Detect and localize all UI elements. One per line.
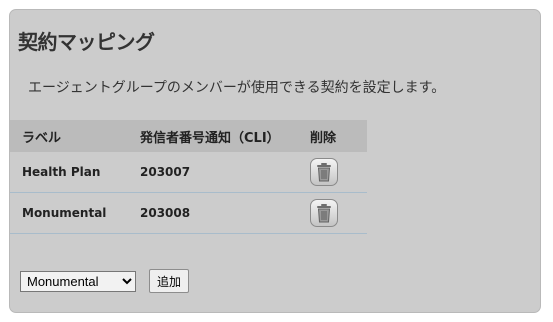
trash-icon [317, 163, 331, 182]
delete-button[interactable] [310, 199, 338, 227]
row-label: Monumental [10, 192, 140, 234]
delete-button[interactable] [310, 158, 338, 186]
header-delete: 削除 [310, 120, 367, 152]
table-row: Monumental 203008 [10, 192, 367, 234]
header-cli: 発信者番号通知（CLI） [140, 120, 310, 152]
add-button[interactable]: 追加 [149, 269, 190, 293]
table-row: Health Plan 203007 [10, 152, 367, 193]
header-label: ラベル [10, 120, 140, 152]
row-label: Health Plan [10, 152, 140, 193]
table-header-row: ラベル 発信者番号通知（CLI） 削除 [10, 120, 367, 152]
contract-select[interactable]: Monumental [20, 270, 136, 292]
contract-table: ラベル 発信者番号通知（CLI） 削除 Health Plan 203007 M… [10, 120, 367, 234]
trash-icon [317, 204, 331, 223]
row-cli: 203007 [140, 152, 310, 193]
add-contract-controls: Monumental 追加 [20, 269, 190, 293]
contract-mapping-panel: 契約マッピング エージェントグループのメンバーが使用できる契約を設定します。 ラ… [9, 9, 541, 313]
row-cli: 203008 [140, 192, 310, 234]
page-title: 契約マッピング [18, 30, 155, 54]
page-description: エージェントグループのメンバーが使用できる契約を設定します。 [28, 80, 446, 96]
